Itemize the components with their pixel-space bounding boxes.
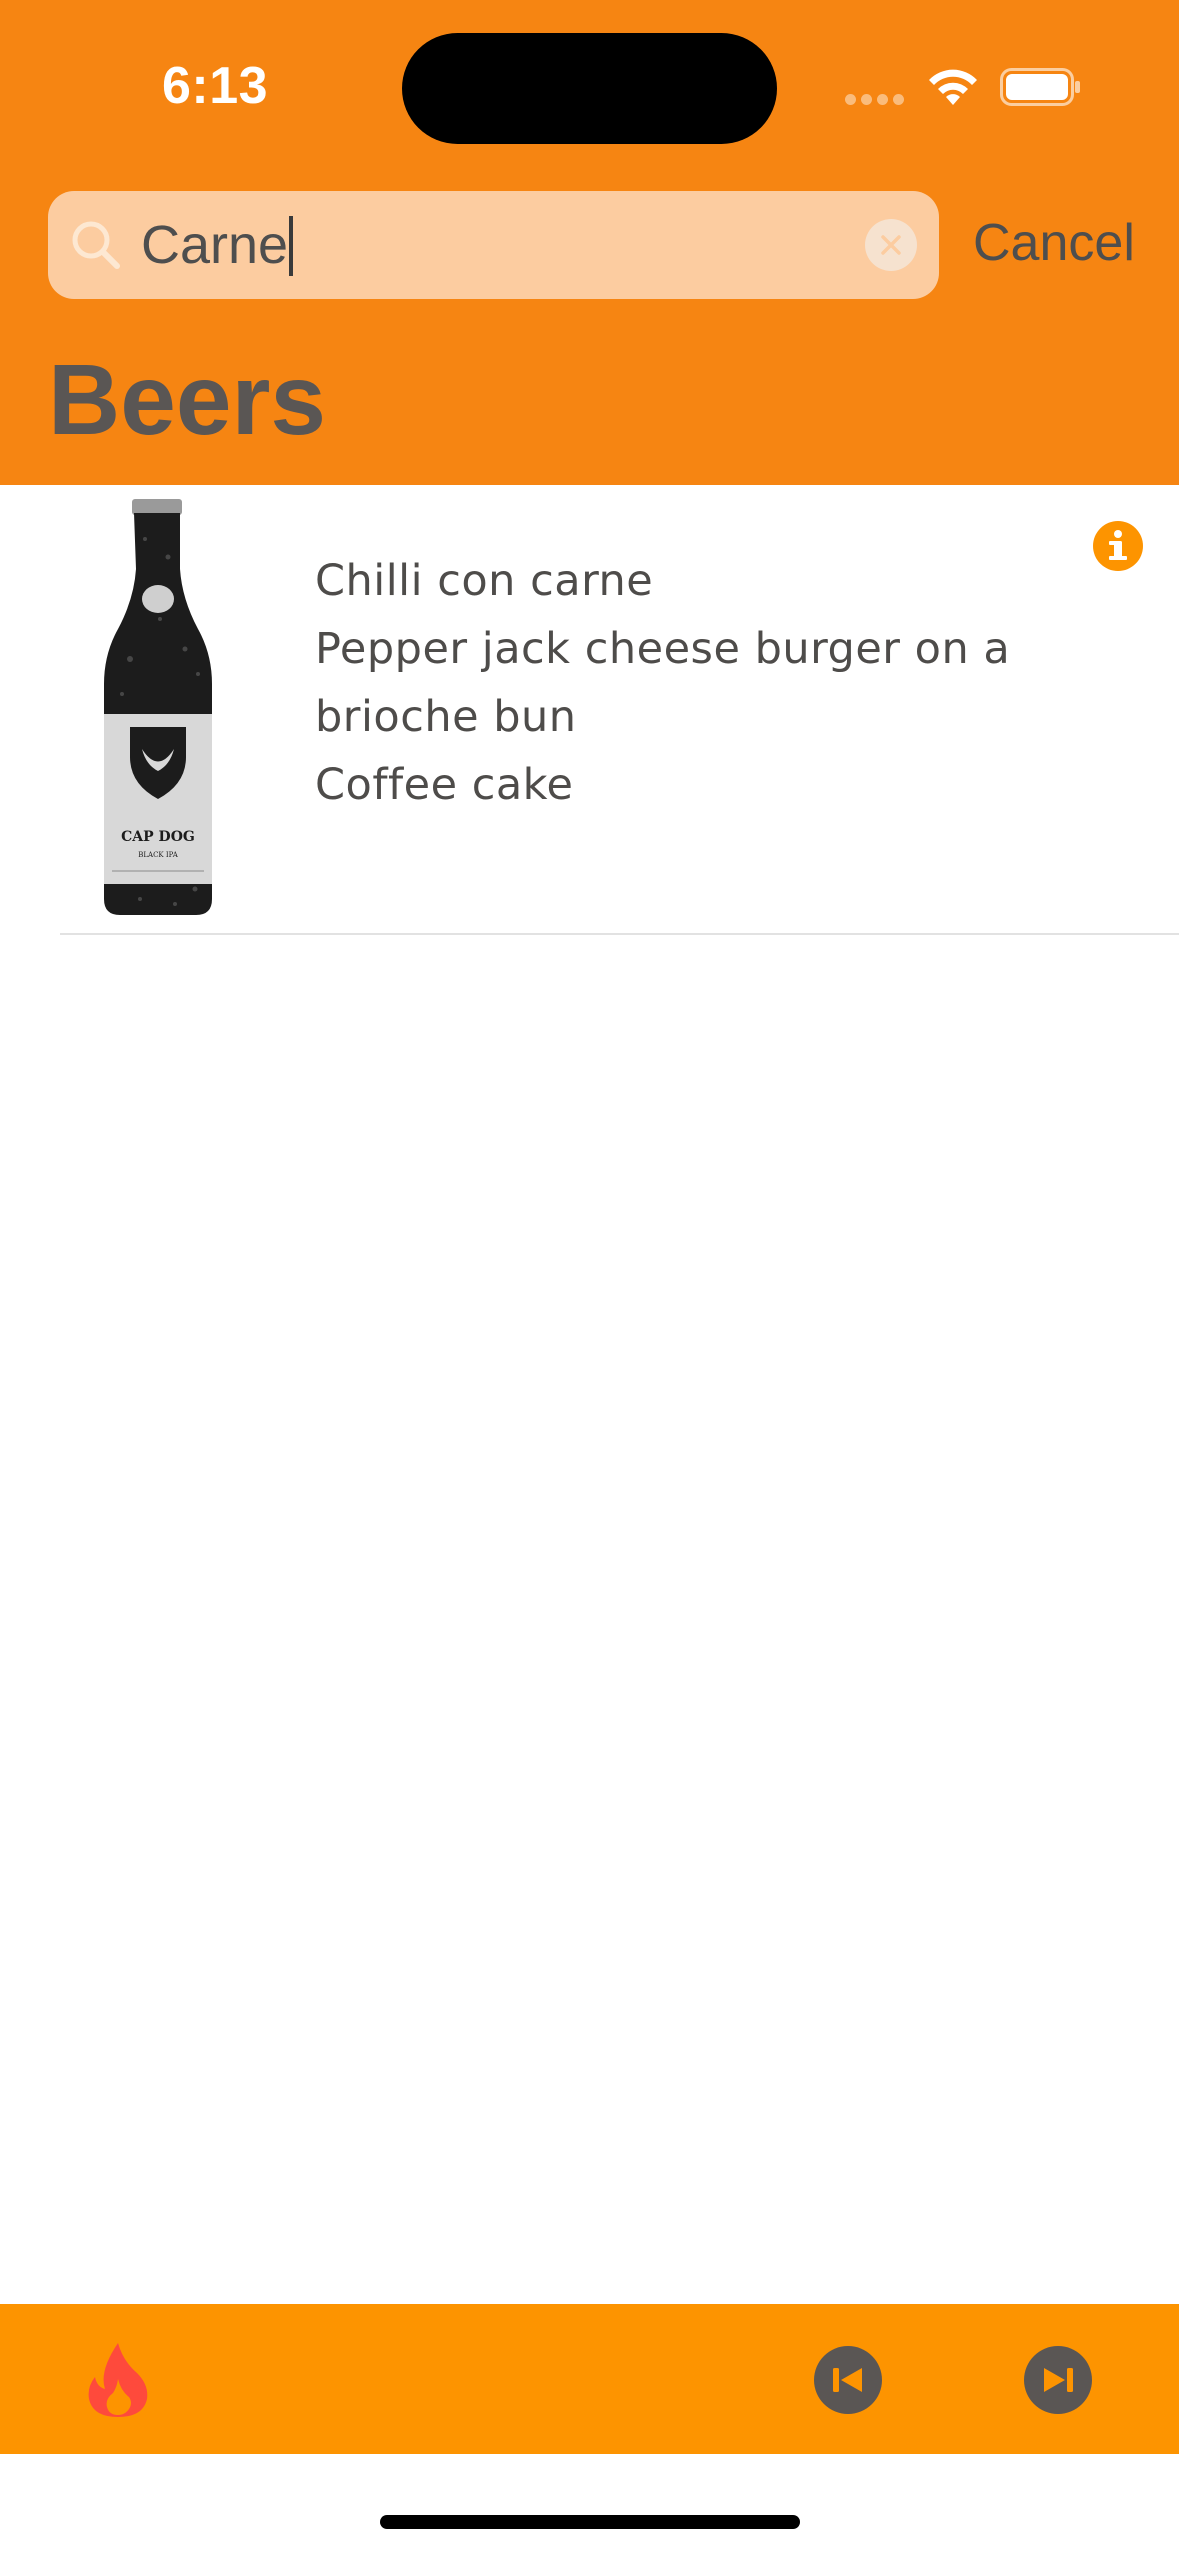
search-text-wrapper: Carne (141, 213, 294, 277)
bottle-sublabel-text: BLACK IPA (138, 851, 178, 859)
skip-back-icon[interactable] (814, 2346, 882, 2414)
search-query-text: Carne (141, 215, 289, 275)
skip-forward-icon[interactable] (1024, 2346, 1092, 2414)
food-pairing-line: Coffee cake (315, 760, 574, 810)
cancel-button[interactable]: Cancel (973, 211, 1135, 275)
row-separator (60, 933, 1179, 935)
text-caret (289, 215, 294, 276)
navigation-header: 6:13 Carne Cancel Beers (0, 0, 1179, 485)
food-pairing-line: Pepper jack cheese burger on a (315, 624, 1011, 674)
bottle-label-text: CAP DOG (121, 829, 195, 845)
page-title: Beers (48, 344, 326, 456)
food-pairing-line: brioche bun (315, 692, 577, 742)
food-pairing-line: Chilli con carne (315, 556, 654, 606)
wifi-icon (929, 69, 977, 105)
clear-search-button[interactable] (865, 219, 917, 271)
info-icon[interactable] (1093, 521, 1143, 571)
search-icon (72, 221, 120, 269)
clear-icon (881, 235, 901, 255)
list-item[interactable]: CAP DOG BLACK IPA Chilli con carne Peppe… (0, 485, 1179, 935)
beer-bottle-icon: CAP DOG BLACK IPA (104, 499, 212, 915)
food-pairing-list: Chilli con carne Pepper jack cheese burg… (315, 547, 1075, 819)
cellular-signal-icon (845, 94, 905, 106)
status-bar: 6:13 (0, 0, 1179, 175)
status-time: 6:13 (162, 57, 269, 115)
home-indicator[interactable] (380, 2515, 800, 2529)
search-input[interactable]: Carne (48, 191, 939, 299)
bottom-toolbar (0, 2304, 1179, 2454)
battery-icon (1000, 68, 1080, 106)
flame-icon[interactable] (85, 2341, 151, 2419)
dynamic-island (402, 33, 777, 144)
